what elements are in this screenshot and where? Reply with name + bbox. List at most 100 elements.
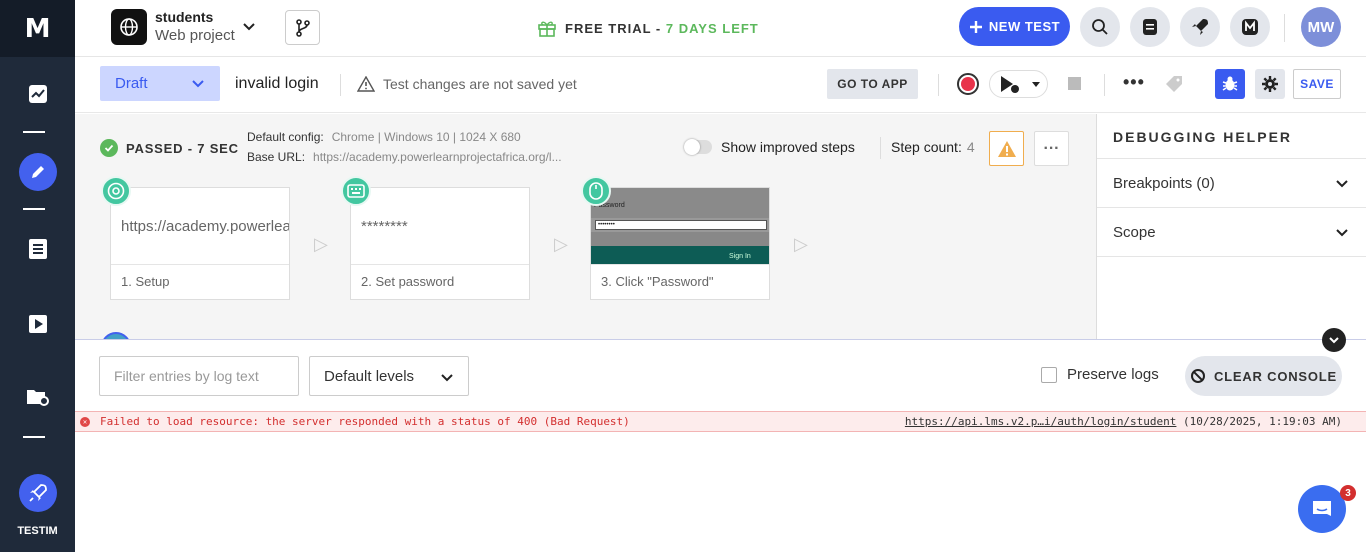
step-caption: 3. Click "Password"	[601, 274, 714, 289]
step-card-set-password[interactable]: ******** 2. Set password	[350, 187, 530, 300]
record-button[interactable]	[957, 73, 979, 95]
keyboard-icon	[347, 184, 365, 198]
rail-item-runs[interactable]	[0, 315, 75, 333]
rocket-button[interactable]	[18, 474, 57, 512]
divider	[938, 74, 939, 96]
scope-section[interactable]: Scope	[1097, 207, 1366, 256]
rail-item-dashboard[interactable]	[0, 84, 75, 104]
test-name[interactable]: invalid login	[235, 75, 319, 93]
settings-button[interactable]	[1255, 69, 1285, 99]
user-avatar[interactable]: MW	[1301, 7, 1341, 47]
log-entry-error: ✕ Failed to load resource: the server re…	[75, 411, 1366, 432]
warning-icon	[357, 76, 375, 92]
warning-icon	[997, 140, 1016, 157]
stop-button[interactable]	[1068, 77, 1081, 90]
rail-divider	[23, 208, 45, 210]
rail-divider	[23, 131, 45, 133]
run-status[interactable]: PASSED - 7 SEC	[100, 139, 239, 157]
log-source: https://api.lms.v2.p…i/auth/login/studen…	[905, 415, 1342, 428]
preserve-logs-label: Preserve logs	[1067, 366, 1159, 383]
tag-icon[interactable]	[1165, 75, 1183, 93]
rail-item-settings-folder[interactable]	[0, 388, 75, 406]
thumb-sign-in: Sign In	[729, 253, 751, 260]
app-logo[interactable]: M	[0, 0, 75, 57]
log-source-link[interactable]: https://api.lms.v2.p…i/auth/login/studen…	[905, 415, 1177, 428]
new-test-button[interactable]: NEW TEST	[959, 7, 1070, 46]
log-levels-select[interactable]: Default levels	[309, 356, 469, 396]
launch-button[interactable]	[1180, 7, 1220, 47]
go-to-app-button[interactable]: GO TO APP	[827, 69, 918, 99]
block-icon	[1190, 369, 1205, 383]
run-button-group[interactable]	[989, 70, 1048, 98]
chevron-down-icon	[1336, 229, 1348, 237]
unsaved-warning: Test changes are not saved yet	[357, 76, 577, 92]
more-options-button[interactable]: ···	[1034, 131, 1069, 166]
chat-button[interactable]	[1298, 485, 1346, 533]
base-url-value[interactable]: https://academy.powerlearnprojectafrica.…	[313, 150, 562, 164]
mabl-button[interactable]	[1230, 7, 1270, 47]
project-name[interactable]: students	[155, 9, 213, 25]
search-button[interactable]	[1080, 7, 1120, 47]
logo-mark: M	[24, 13, 51, 44]
chevron-down-icon	[441, 374, 453, 382]
base-url: Base URL: https://academy.powerlearnproje…	[247, 150, 562, 164]
caret-down-icon[interactable]	[1029, 77, 1043, 91]
rail-item-tests[interactable]	[0, 239, 75, 259]
rail-item-editor[interactable]	[0, 153, 75, 191]
base-url-label: Base URL:	[247, 150, 306, 164]
divider	[340, 74, 341, 96]
divider	[1097, 256, 1366, 257]
bug-icon	[1222, 76, 1238, 91]
improved-steps-toggle[interactable]	[684, 139, 712, 155]
log-message: Failed to load resource: the server resp…	[100, 415, 630, 428]
collapse-console-button[interactable]	[1322, 328, 1346, 352]
editor-active-indicator	[18, 153, 57, 191]
project-type[interactable]: Web project	[155, 27, 235, 44]
plus-icon	[969, 20, 982, 33]
more-options-button[interactable]: •••	[1123, 72, 1145, 93]
default-config-value: Chrome | Windows 10 | 1024 X 680	[331, 130, 521, 144]
branch-button[interactable]	[285, 10, 320, 45]
rail-item-launch[interactable]	[0, 474, 75, 512]
preserve-logs-checkbox[interactable]	[1041, 366, 1057, 383]
rocket-icon	[1192, 19, 1208, 35]
step-screenshot-thumbnail: Password •••••••• Sign In	[591, 188, 769, 265]
chevron-right-icon: ▷	[554, 234, 568, 254]
testim-editor: M TESTIM students Web project FREE TRIAL…	[0, 0, 1366, 552]
brand-label: TESTIM	[17, 525, 58, 537]
docs-button[interactable]	[1130, 7, 1170, 47]
breakpoints-section[interactable]: Breakpoints (0)	[1097, 158, 1366, 207]
play-debug-icon[interactable]	[995, 71, 1025, 97]
status-select[interactable]: Draft	[100, 66, 220, 101]
trial-banner[interactable]: FREE TRIAL - 7 DAYS LEFT	[537, 18, 759, 38]
list-icon	[28, 239, 47, 259]
check-icon	[100, 139, 118, 157]
debug-button[interactable]	[1215, 69, 1245, 99]
pencil-icon	[31, 166, 44, 178]
step-type-badge	[581, 176, 611, 206]
left-rail: M TESTIM	[0, 0, 75, 552]
chevron-down-icon[interactable]	[240, 18, 258, 36]
log-filter-input[interactable]	[99, 356, 299, 396]
chevron-right-icon: ▷	[314, 234, 328, 254]
chevron-down-icon	[1329, 337, 1339, 344]
preserve-logs-option[interactable]: Preserve logs	[1041, 366, 1159, 383]
chevron-down-icon	[1336, 180, 1348, 188]
divider	[880, 137, 881, 159]
warning-button[interactable]	[989, 131, 1024, 166]
project-globe-button[interactable]	[111, 9, 147, 45]
divider	[1104, 74, 1105, 96]
step-card-setup[interactable]: https://academy.powerlearnprojectafrica.…	[110, 187, 290, 300]
default-config: Default config: Chrome | Windows 10 | 102…	[247, 130, 521, 144]
thumb-password-field: ••••••••	[595, 220, 767, 230]
clear-console-button[interactable]: CLEAR CONSOLE	[1185, 356, 1342, 396]
improved-steps-label: Show improved steps	[721, 139, 855, 155]
step-count: Step count: 4	[891, 139, 975, 155]
next-step-badge	[101, 332, 131, 339]
rail-divider	[23, 436, 45, 438]
notification-badge: 3	[1340, 485, 1356, 501]
default-config-label: Default config:	[247, 130, 324, 144]
scope-label: Scope	[1113, 223, 1156, 241]
step-card-click-password[interactable]: Password •••••••• Sign In 3. Click "Pass…	[590, 187, 770, 300]
save-button[interactable]: SAVE	[1293, 69, 1341, 99]
